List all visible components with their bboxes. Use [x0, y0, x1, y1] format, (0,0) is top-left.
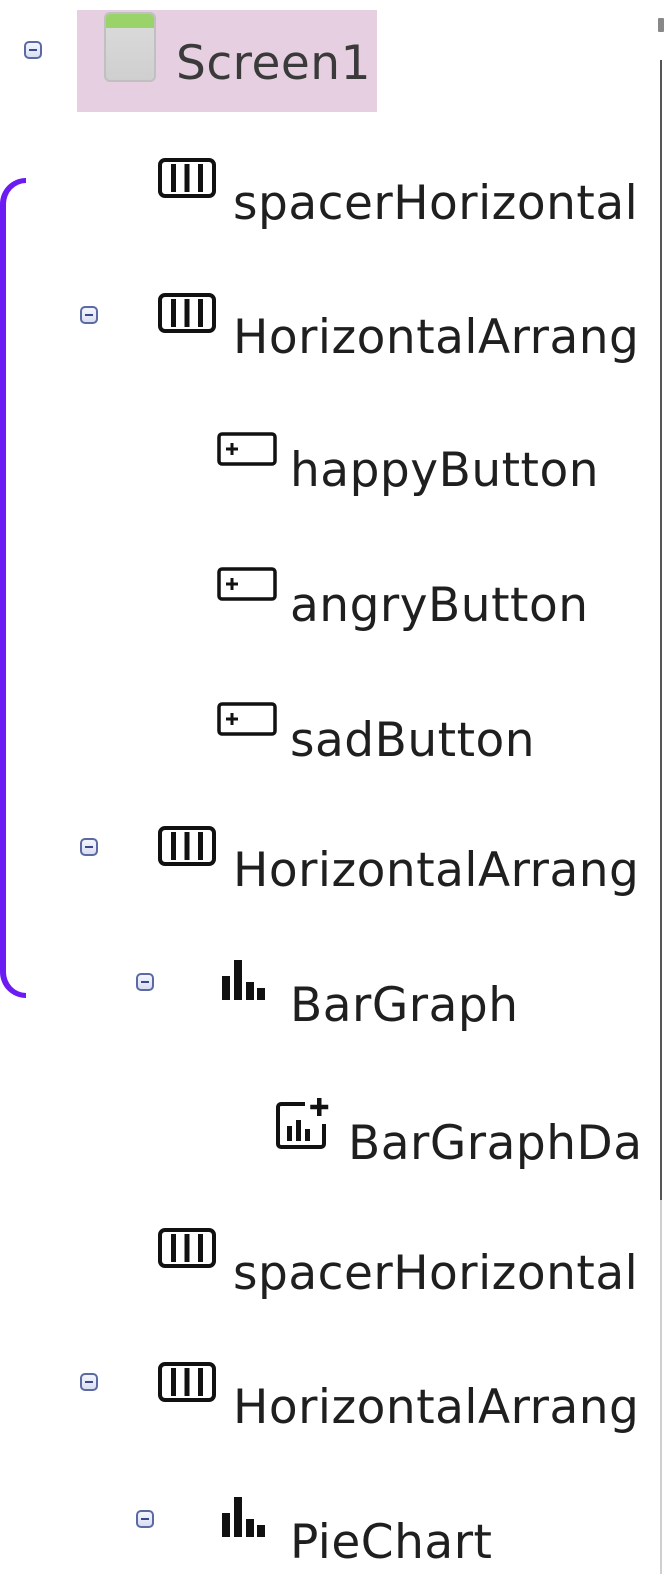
tree-item-label[interactable]: BarGraph	[290, 982, 519, 1029]
button-icon	[217, 567, 277, 601]
horizontal-arrangement-icon	[158, 158, 216, 198]
tree-item-label[interactable]: spacerHorizontal	[233, 180, 638, 227]
collapse-toggle-screen1[interactable]	[24, 41, 42, 59]
scrollbar-arrow[interactable]	[658, 18, 664, 32]
tree-item-label[interactable]: BarGraphDa	[348, 1120, 643, 1167]
button-icon	[217, 432, 277, 466]
tree-item-label[interactable]: sadButton	[290, 717, 535, 764]
tree-item-label[interactable]: HorizontalArrang	[233, 847, 639, 894]
horizontal-arrangement-icon	[158, 293, 216, 333]
annotation-bracket	[0, 178, 26, 998]
collapse-toggle[interactable]	[80, 838, 98, 856]
tree-item-label[interactable]: HorizontalArrang	[233, 314, 639, 361]
components-tree: Screen1 spacerHorizontal HorizontalArran…	[0, 0, 668, 1574]
scrollbar-thumb[interactable]	[660, 60, 662, 1200]
collapse-toggle[interactable]	[136, 1510, 154, 1528]
collapse-toggle[interactable]	[136, 973, 154, 991]
collapse-toggle[interactable]	[80, 1373, 98, 1391]
tree-item-label[interactable]: HorizontalArrang	[233, 1384, 639, 1431]
screen-icon	[104, 12, 156, 82]
tree-item-label[interactable]: spacerHorizontal	[233, 1250, 638, 1297]
button-icon	[217, 702, 277, 736]
tree-item-label[interactable]: PieChart	[290, 1519, 492, 1566]
tree-item-label[interactable]: angryButton	[290, 582, 589, 629]
chart-icon	[222, 960, 265, 1000]
chart-icon	[222, 1497, 265, 1537]
collapse-toggle[interactable]	[80, 306, 98, 324]
tree-item-label[interactable]: happyButton	[290, 447, 599, 494]
scrollbar-track[interactable]	[660, 1200, 662, 1574]
horizontal-arrangement-icon	[158, 1362, 216, 1402]
chart-data-icon	[276, 1098, 329, 1149]
tree-item-label: Screen1	[176, 36, 371, 91]
horizontal-arrangement-icon	[158, 826, 216, 866]
horizontal-arrangement-icon	[158, 1228, 216, 1268]
